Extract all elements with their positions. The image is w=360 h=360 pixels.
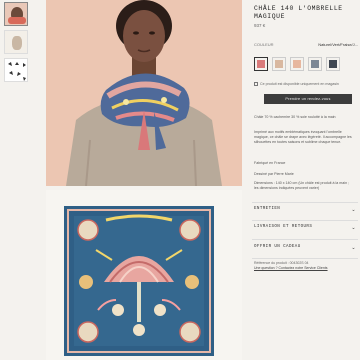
availability-text: Ce produit est disponible uniquement en …	[260, 82, 339, 86]
description-text: Imprimé aux motifs emblématiques évoquan…	[254, 130, 352, 145]
product-title: CHÂLE 140 L'OMBRELLE MAGIQUE	[254, 5, 343, 20]
swatch-beige[interactable]	[272, 57, 286, 71]
dimensions-text: Dimensions : 140 x 140 cm (Un châle est …	[254, 181, 350, 191]
accordion-gift-label: OFFRIR UN CADEAU	[254, 245, 301, 249]
contact-link[interactable]: Une question ? Contactez notre Service C…	[254, 266, 328, 271]
accordion-delivery[interactable]: LIVRAISON ET RETOURS ⌄	[254, 225, 356, 231]
divider	[252, 220, 358, 221]
color-swatches	[254, 57, 340, 71]
swatch-grey-blue[interactable]	[308, 57, 322, 71]
thumbnail-scarf-detail[interactable]	[4, 58, 28, 82]
swatch-dark[interactable]	[326, 57, 340, 71]
book-appointment-button[interactable]: Prendre un rendez-vous	[264, 94, 352, 104]
origin-text: Fabriqué en France	[254, 161, 286, 165]
checkbox-icon[interactable]	[254, 82, 258, 86]
swatch-peach[interactable]	[290, 57, 304, 71]
availability-checkbox[interactable]: Ce produit est disponible uniquement en …	[254, 82, 339, 86]
accordion-delivery-label: LIVRAISON ET RETOURS	[254, 225, 313, 229]
divider	[252, 239, 358, 240]
chevron-down-icon: ⌄	[351, 207, 356, 213]
thumbnail-list	[4, 2, 30, 86]
model-photo[interactable]	[46, 0, 242, 186]
divider	[252, 202, 358, 203]
swatch-rose[interactable]	[254, 57, 268, 71]
accordion-care-label: ENTRETIEN	[254, 207, 281, 211]
designer-text: Dessiné par Pierre Marie	[254, 172, 294, 176]
accordion-care[interactable]: ENTRETIEN ⌄	[254, 207, 356, 213]
material-text: Châle 70 % cachemire 30 % soie roulotté …	[254, 115, 336, 119]
product-price: 937 €	[254, 23, 266, 28]
accordion-gift[interactable]: OFFRIR UN CADEAU ⌄	[254, 245, 356, 251]
color-label: COULEUR	[254, 42, 274, 47]
product-info-panel: CHÂLE 140 L'OMBRELLE MAGIQUE 937 € COULE…	[252, 0, 360, 360]
chevron-down-icon: ⌄	[351, 245, 356, 251]
divider	[252, 258, 358, 259]
color-value: Naturel/Vert/Fraise/J...	[318, 42, 358, 47]
chevron-down-icon: ⌄	[351, 225, 356, 231]
thumbnail-model-side[interactable]	[4, 30, 28, 54]
product-gallery	[46, 0, 242, 360]
thumbnail-model-front[interactable]	[4, 2, 28, 26]
scarf-flat-photo[interactable]	[46, 190, 242, 360]
